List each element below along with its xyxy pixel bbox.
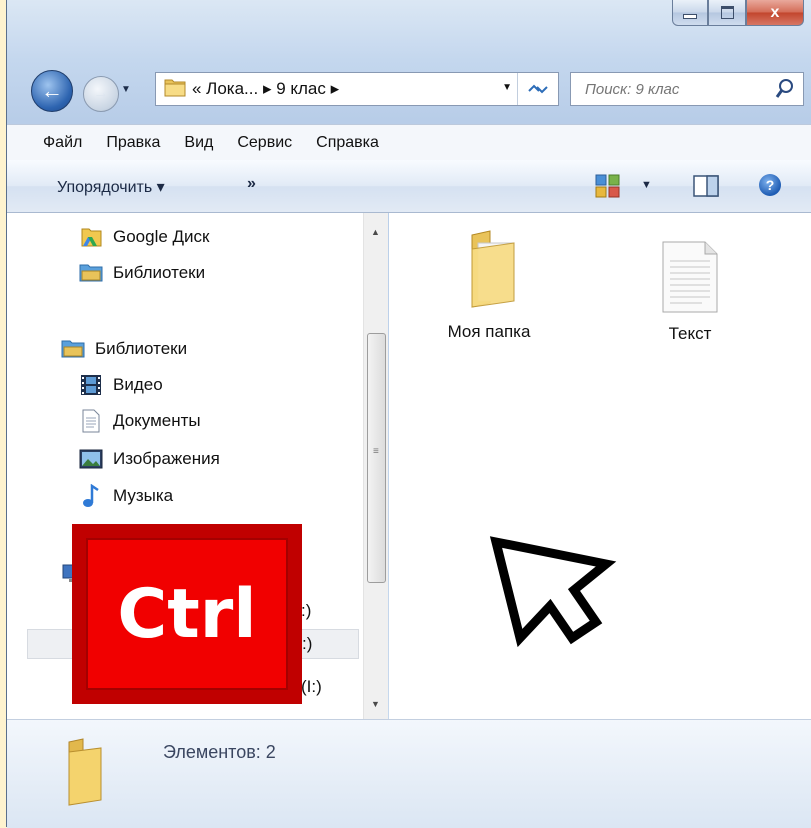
- folder-icon: [429, 229, 549, 314]
- menu-view[interactable]: Вид: [184, 134, 213, 152]
- arrow-right-icon: →: [93, 85, 109, 102]
- file-item-text[interactable]: Текст: [635, 239, 745, 344]
- address-dropdown-icon[interactable]: ▼: [502, 82, 512, 93]
- nav-item-label: Google Диск: [113, 227, 210, 246]
- nav-item-label: Изображения: [113, 449, 220, 468]
- search-icon[interactable]: [775, 78, 795, 104]
- search-box: [570, 72, 804, 106]
- nav-item-label: Документы: [113, 411, 201, 430]
- refresh-icon: [528, 84, 548, 94]
- pictures-icon: [79, 448, 103, 470]
- nav-item-drive-3[interactable]: (I:): [301, 673, 322, 701]
- nav-item-libraries-root[interactable]: Библиотеки: [61, 335, 187, 363]
- nav-item-libraries[interactable]: Библиотеки: [79, 259, 205, 287]
- scrollbar-thumb[interactable]: ≡: [367, 333, 386, 583]
- maximize-button[interactable]: [708, 0, 746, 26]
- nav-item-label: Видео: [113, 375, 163, 394]
- nav-pane-scrollbar[interactable]: ▲ ≡ ▼: [363, 213, 388, 719]
- nav-item-video[interactable]: Видео: [79, 371, 163, 399]
- change-view-icon[interactable]: [595, 174, 621, 203]
- nav-item-drive-1[interactable]: :): [301, 597, 311, 625]
- close-icon: x: [770, 3, 780, 21]
- google-drive-icon: [79, 226, 103, 248]
- nav-item-label: :): [301, 601, 312, 620]
- menu-help[interactable]: Справка: [316, 134, 379, 152]
- libraries-icon: [79, 262, 103, 284]
- close-button[interactable]: x: [746, 0, 804, 26]
- file-item-folder[interactable]: Моя папка: [429, 229, 549, 342]
- file-item-name: Текст: [668, 324, 712, 343]
- command-toolbar: Упорядочить ▾ » ▼ ?: [7, 160, 811, 213]
- nav-item-documents[interactable]: Документы: [79, 407, 201, 435]
- refresh-button[interactable]: [517, 73, 558, 105]
- nav-item-label: Библиотеки: [113, 263, 206, 282]
- status-bar: Элементов: 2: [7, 719, 811, 828]
- view-dropdown-icon[interactable]: ▼: [641, 179, 652, 191]
- nav-item-google-drive[interactable]: Google Диск: [79, 223, 210, 251]
- nav-item-label: :): [302, 634, 313, 653]
- nav-item-label: Библиотеки: [95, 339, 188, 358]
- window-controls: x: [672, 0, 804, 26]
- nav-item-pictures[interactable]: Изображения: [79, 445, 220, 473]
- minimize-icon: [683, 14, 697, 19]
- ctrl-key-label: Ctrl: [86, 538, 288, 690]
- file-item-name: Моя папка: [447, 322, 531, 341]
- search-input[interactable]: [583, 79, 777, 99]
- breadcrumb[interactable]: « Лока... ▸ 9 клас ▸: [192, 79, 339, 99]
- more-commands-button[interactable]: »: [247, 175, 256, 193]
- arrow-left-icon: ←: [41, 78, 63, 103]
- maximize-icon: [720, 6, 734, 19]
- menu-tools[interactable]: Сервис: [237, 134, 292, 152]
- folder-icon: [164, 77, 186, 102]
- nav-item-music[interactable]: Музыка: [79, 482, 173, 510]
- menu-file[interactable]: Файл: [43, 134, 82, 152]
- ctrl-key-badge: Ctrl: [72, 524, 302, 704]
- forward-button[interactable]: →: [83, 76, 119, 112]
- mouse-pointer-icon: [488, 534, 618, 673]
- documents-icon: [79, 409, 103, 433]
- recent-pages-dropdown[interactable]: ▼: [121, 84, 131, 95]
- minimize-button[interactable]: [672, 0, 708, 26]
- preview-pane-icon[interactable]: [693, 175, 719, 202]
- text-file-icon: [635, 239, 745, 320]
- help-icon[interactable]: ?: [759, 174, 781, 196]
- scroll-up-icon[interactable]: ▲: [371, 227, 380, 237]
- menu-bar: Файл Правка Вид Сервис Справка: [7, 124, 811, 161]
- grip-icon: ≡: [373, 446, 379, 457]
- status-item-count: Элементов: 2: [163, 742, 276, 762]
- scroll-down-icon[interactable]: ▼: [371, 699, 380, 709]
- back-button[interactable]: ←: [31, 70, 73, 112]
- nav-item-label: Музыка: [113, 486, 174, 505]
- menu-edit[interactable]: Правка: [106, 134, 160, 152]
- address-bar[interactable]: « Лока... ▸ 9 клас ▸ ▼: [155, 72, 559, 106]
- organize-button[interactable]: Упорядочить ▾: [57, 177, 165, 197]
- nav-item-label: (I:): [301, 677, 322, 696]
- video-icon: [79, 374, 103, 396]
- navigation-row: ← → ▼ « Лока... ▸ 9 клас ▸ ▼: [7, 66, 811, 114]
- music-icon: [79, 484, 103, 507]
- folder-icon: [57, 738, 113, 813]
- title-bar: x: [7, 0, 811, 58]
- libraries-icon: [61, 338, 85, 360]
